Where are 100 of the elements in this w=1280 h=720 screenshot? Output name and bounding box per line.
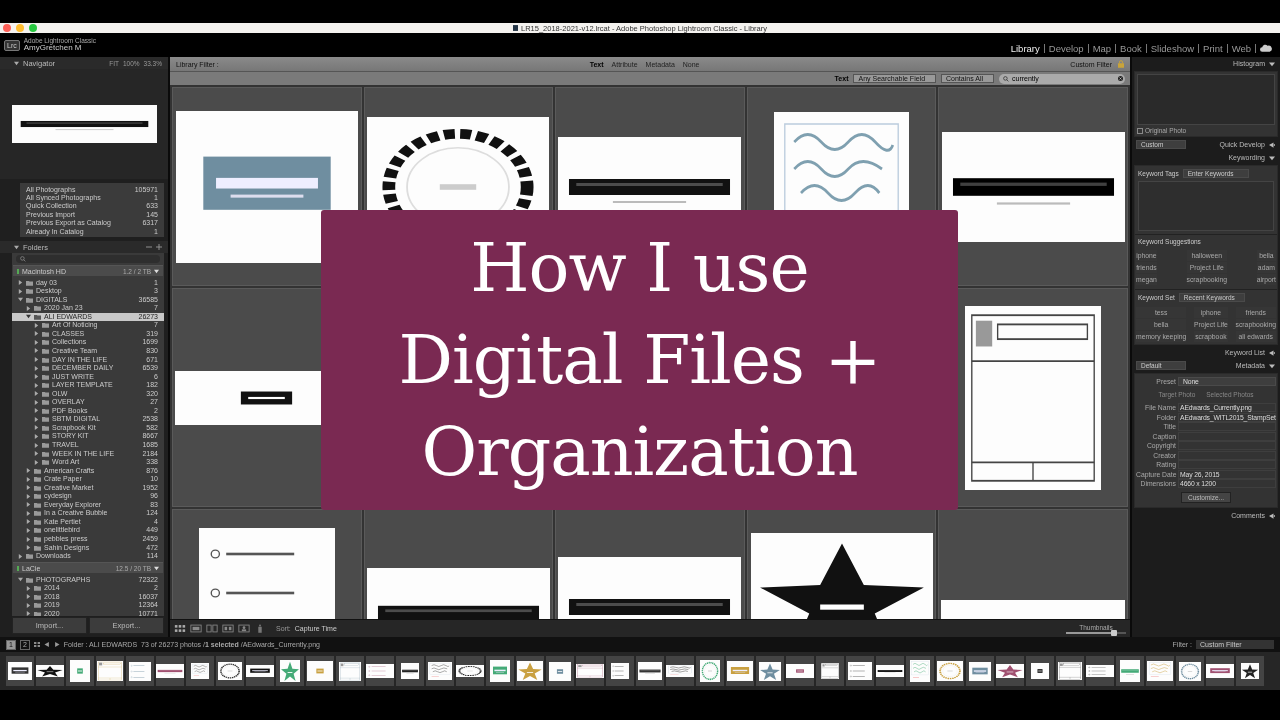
grid-view-icon[interactable] xyxy=(174,624,186,633)
filmstrip-thumbnail[interactable] xyxy=(786,656,814,686)
filmstrip-thumbnail[interactable] xyxy=(36,656,64,686)
expand-triangle-icon[interactable] xyxy=(34,331,39,337)
expand-triangle-icon[interactable] xyxy=(34,416,39,422)
thumbnail-size-slider[interactable] xyxy=(1066,631,1126,634)
filmstrip-thumbnail[interactable] xyxy=(336,656,364,686)
collapse-triangle-icon[interactable] xyxy=(18,577,23,583)
filmstrip-thumbnail[interactable] xyxy=(366,656,394,686)
expand-triangle-icon[interactable] xyxy=(34,425,39,431)
filmstrip-thumbnail[interactable] xyxy=(216,656,244,686)
dropdown-triangle-icon[interactable] xyxy=(154,268,159,274)
filmstrip-thumbnail[interactable] xyxy=(996,656,1024,686)
search-field[interactable] xyxy=(16,255,160,264)
module-tab[interactable]: Web xyxy=(1231,42,1251,54)
expand-triangle-icon[interactable] xyxy=(26,468,31,474)
filmstrip-thumbnail[interactable] xyxy=(906,656,934,686)
collapse-triangle-icon[interactable] xyxy=(26,314,31,320)
filmstrip-thumbnail[interactable] xyxy=(426,656,454,686)
filmstrip-thumbnail[interactable] xyxy=(636,656,664,686)
filmstrip-thumbnail[interactable] xyxy=(606,656,634,686)
filmstrip-thumbnail[interactable] xyxy=(516,656,544,686)
filmstrip-thumbnail[interactable] xyxy=(186,656,214,686)
expand-triangle-icon[interactable] xyxy=(26,305,31,311)
survey-view-icon[interactable] xyxy=(222,624,234,633)
filmstrip-thumbnail[interactable] xyxy=(966,656,994,686)
compare-view-icon[interactable] xyxy=(206,624,218,633)
expand-triangle-icon[interactable] xyxy=(26,602,31,608)
filmstrip-thumbnail[interactable] xyxy=(126,656,154,686)
expand-triangle-icon[interactable] xyxy=(26,502,31,508)
module-tab[interactable]: Print xyxy=(1203,42,1223,54)
filmstrip-thumbnail[interactable] xyxy=(666,656,694,686)
filmstrip-thumbnail[interactable] xyxy=(1056,656,1084,686)
collapse-triangle-icon[interactable] xyxy=(1269,154,1275,161)
loupe-view-icon[interactable] xyxy=(190,624,202,633)
filmstrip-thumbnail[interactable] xyxy=(1176,656,1204,686)
expand-triangle-icon[interactable] xyxy=(34,322,39,328)
module-tab[interactable]: Map xyxy=(1092,42,1112,54)
back-arrow-icon[interactable] xyxy=(43,642,50,647)
expand-triangle-icon[interactable] xyxy=(34,339,39,345)
filmstrip-thumbnail[interactable] xyxy=(576,656,604,686)
expand-triangle-icon[interactable] xyxy=(34,382,39,388)
expand-triangle-icon[interactable] xyxy=(26,527,31,533)
expand-triangle-icon[interactable] xyxy=(18,280,23,286)
filmstrip-thumbnail[interactable] xyxy=(846,656,874,686)
expand-triangle-icon[interactable] xyxy=(34,391,39,397)
expand-triangle-icon[interactable] xyxy=(26,545,31,551)
filmstrip-thumbnail[interactable] xyxy=(726,656,754,686)
filmstrip-thumbnail[interactable] xyxy=(936,656,964,686)
clear-icon[interactable] xyxy=(1118,76,1123,81)
collapse-triangle-icon[interactable] xyxy=(1269,60,1275,67)
expand-triangle-icon[interactable] xyxy=(26,585,31,591)
expand-triangle-icon[interactable] xyxy=(34,374,39,380)
slider-thumb[interactable] xyxy=(1111,629,1117,636)
module-tab[interactable]: Develop xyxy=(1048,42,1084,54)
grid-icon[interactable] xyxy=(33,642,40,647)
grid-cell[interactable] xyxy=(938,87,1128,286)
expand-triangle-icon[interactable] xyxy=(18,288,23,294)
expand-triangle-icon[interactable] xyxy=(34,357,39,363)
filmstrip-thumbnail[interactable] xyxy=(876,656,904,686)
collapse-side-triangle-icon[interactable] xyxy=(1269,141,1275,148)
expand-triangle-icon[interactable] xyxy=(26,594,31,600)
filmstrip-thumbnail[interactable] xyxy=(306,656,334,686)
collapse-triangle-icon[interactable] xyxy=(18,297,23,303)
expand-triangle-icon[interactable] xyxy=(26,485,31,491)
dropdown-triangle-icon[interactable] xyxy=(154,565,159,571)
filmstrip-thumbnail[interactable] xyxy=(1206,656,1234,686)
collapse-side-triangle-icon[interactable] xyxy=(1269,512,1275,519)
expand-triangle-icon[interactable] xyxy=(34,433,39,439)
expand-triangle-icon[interactable] xyxy=(34,451,39,457)
filmstrip-thumbnail[interactable] xyxy=(156,656,184,686)
expand-triangle-icon[interactable] xyxy=(26,519,31,525)
filmstrip-thumbnail[interactable] xyxy=(1026,656,1054,686)
filmstrip-thumbnail[interactable] xyxy=(6,656,34,686)
collapse-triangle-icon[interactable] xyxy=(14,244,19,250)
filmstrip-thumbnail[interactable] xyxy=(66,656,94,686)
expand-triangle-icon[interactable] xyxy=(34,348,39,354)
filmstrip-thumbnail[interactable] xyxy=(1086,656,1114,686)
expand-triangle-icon[interactable] xyxy=(34,399,39,405)
filmstrip-thumbnail[interactable] xyxy=(1116,656,1144,686)
cloud-icon[interactable] xyxy=(1260,44,1272,52)
filmstrip-thumbnail[interactable] xyxy=(756,656,784,686)
module-tab[interactable]: Book xyxy=(1120,42,1142,54)
grid-cell[interactable] xyxy=(172,87,362,286)
expand-triangle-icon[interactable] xyxy=(26,510,31,516)
close-button[interactable] xyxy=(3,24,11,32)
people-view-icon[interactable] xyxy=(238,624,250,633)
forward-arrow-icon[interactable] xyxy=(53,642,60,647)
filmstrip-thumbnail[interactable] xyxy=(456,656,484,686)
collapse-triangle-icon[interactable] xyxy=(1269,362,1275,369)
expand-triangle-icon[interactable] xyxy=(26,476,31,482)
expand-triangle-icon[interactable] xyxy=(34,408,39,414)
module-tab[interactable]: Library xyxy=(1010,42,1040,54)
collapse-triangle-icon[interactable] xyxy=(14,60,19,66)
collapse-side-triangle-icon[interactable] xyxy=(1269,349,1275,356)
checkbox[interactable] xyxy=(1137,127,1143,134)
module-tab[interactable]: Slideshow xyxy=(1150,42,1195,54)
expand-triangle-icon[interactable] xyxy=(34,365,39,371)
filmstrip-thumbnail[interactable] xyxy=(696,656,724,686)
filmstrip-thumbnail[interactable] xyxy=(276,656,304,686)
